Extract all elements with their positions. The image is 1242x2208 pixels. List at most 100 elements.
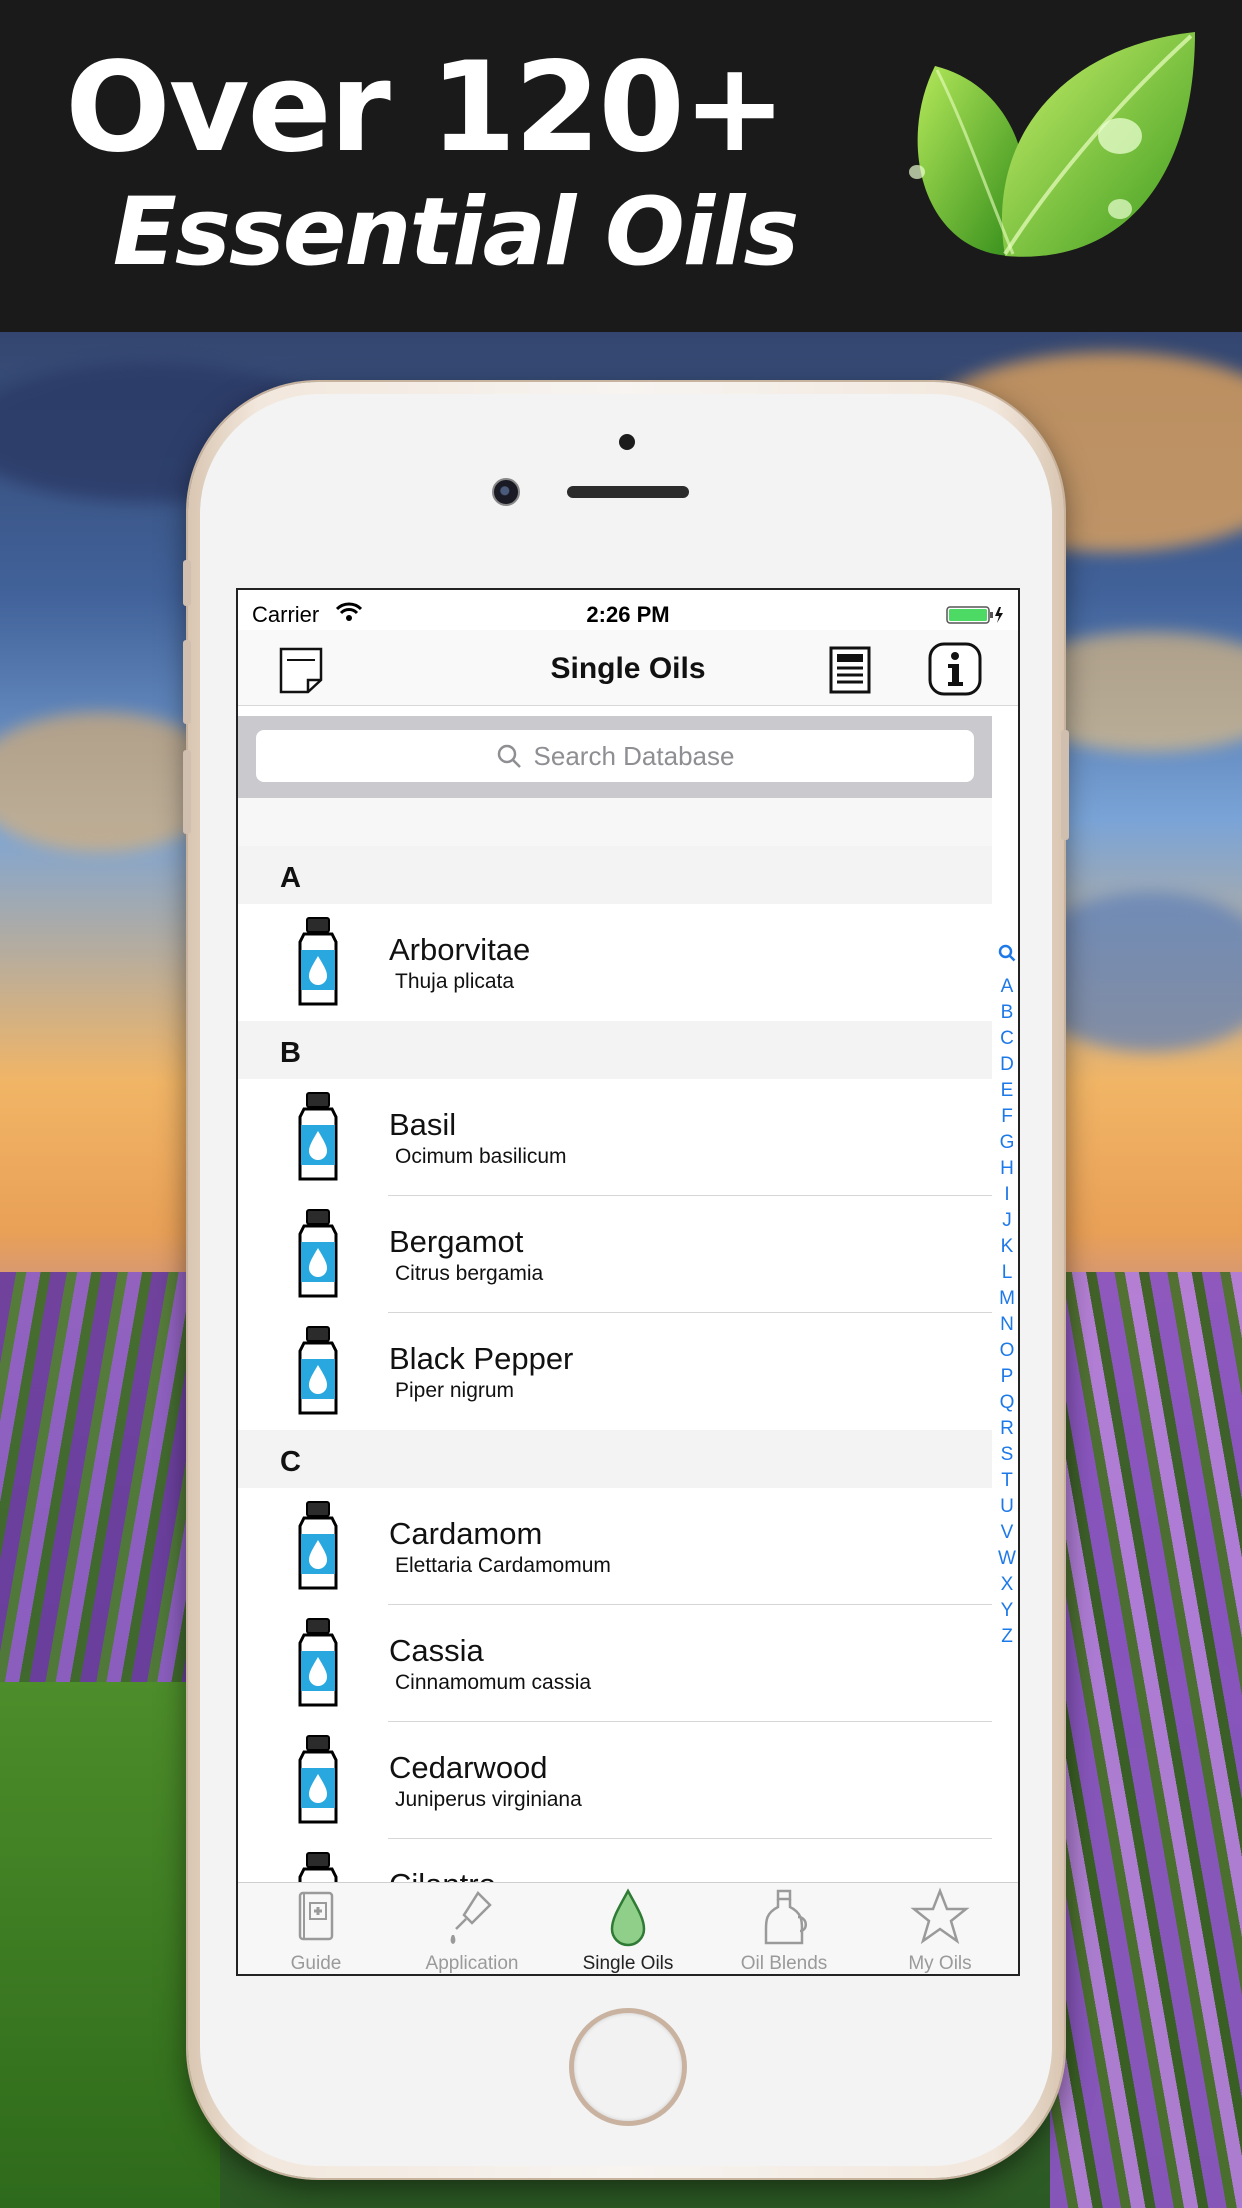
tab-label: Guide: [290, 1953, 342, 1974]
oil-name: Cassia: [389, 1633, 484, 1668]
index-letter-e[interactable]: E: [992, 1078, 1018, 1104]
guide-book-icon: [298, 1891, 334, 1941]
tab-my-oils[interactable]: My Oils: [862, 1883, 1018, 1974]
oil-row-cedarwood[interactable]: Cedarwood Juniperus virginiana: [238, 1722, 992, 1839]
tab-guide[interactable]: Guide: [238, 1883, 394, 1974]
oil-row-arborvitae[interactable]: Arborvitae Thuja plicata: [238, 904, 992, 1021]
volume-up-button: [183, 640, 191, 724]
index-letter-a[interactable]: A: [992, 974, 1018, 1000]
oil-bottle-icon: [298, 1618, 338, 1707]
status-time: 2:26 PM: [586, 602, 670, 627]
index-letter-t[interactable]: T: [992, 1468, 1018, 1494]
oil-name: Basil: [389, 1107, 457, 1142]
promo-headline-line2: Essential Oils: [112, 178, 800, 287]
search-placeholder: Search Database: [533, 740, 735, 771]
index-letter-l[interactable]: L: [992, 1260, 1018, 1286]
front-camera: [492, 478, 520, 506]
dropper-icon: [450, 1891, 492, 1944]
document-icon[interactable]: [828, 646, 872, 694]
section-index[interactable]: ABCDEFGHIJKLMNOPQRSTUVWXYZ: [992, 798, 1018, 1882]
oil-row-black-pepper[interactable]: Black Pepper Piper nigrum: [238, 1313, 992, 1430]
oil-name: Arborvitae: [389, 932, 531, 967]
index-letter-m[interactable]: M: [992, 1286, 1018, 1312]
search-input[interactable]: Search Database: [256, 730, 974, 782]
oil-bottle-icon: [298, 1852, 338, 1882]
index-letter-f[interactable]: F: [992, 1104, 1018, 1130]
oil-latin-name: Thuja plicata: [395, 970, 515, 993]
promo-headline-line1: Over 120+: [65, 36, 786, 180]
oil-bottle-icon: [298, 917, 338, 1006]
oil-row-bergamot[interactable]: Bergamot Citrus bergamia: [238, 1196, 992, 1313]
index-letter-v[interactable]: V: [992, 1520, 1018, 1546]
index-letter-n[interactable]: N: [992, 1312, 1018, 1338]
earpiece-speaker: [567, 486, 689, 498]
oil-name: Cedarwood: [389, 1750, 548, 1785]
tab-bar: Guide Application Single Oils Oil Blends My …: [238, 1882, 1018, 1974]
index-letter-w[interactable]: W: [992, 1546, 1018, 1572]
oil-drop-icon: [610, 1888, 646, 1947]
section-header-c: C: [238, 1430, 992, 1488]
index-letter-r[interactable]: R: [992, 1416, 1018, 1442]
oil-row-cassia[interactable]: Cassia Cinnamomum cassia: [238, 1605, 992, 1722]
index-letter-y[interactable]: Y: [992, 1598, 1018, 1624]
index-letter-b[interactable]: B: [992, 1000, 1018, 1026]
oil-name: Cardamom: [389, 1516, 543, 1551]
star-icon: [910, 1887, 970, 1945]
tab-single-oils[interactable]: Single Oils: [550, 1883, 706, 1974]
oil-row-cardamom[interactable]: Cardamom Elettaria Cardamomum: [238, 1488, 992, 1605]
page-title: Single Oils: [550, 652, 706, 685]
index-letter-s[interactable]: S: [992, 1442, 1018, 1468]
section-header-a: A: [238, 846, 992, 904]
oil-list[interactable]: A Arborvitae Thuja plicata B Basil Ocimum b…: [238, 798, 992, 1882]
navigation-bar: Single Oils: [238, 630, 1018, 706]
promo-banner: Over 120+ Essential Oils: [0, 0, 1242, 332]
oil-latin-name: Cinnamomum cassia: [395, 1671, 592, 1694]
index-letter-c[interactable]: C: [992, 1026, 1018, 1052]
oil-bottle-icon: [298, 1092, 338, 1181]
mute-switch: [183, 560, 191, 606]
oil-latin-name: Piper nigrum: [395, 1379, 515, 1402]
tab-label: Application: [425, 1953, 519, 1974]
tab-label: Single Oils: [582, 1953, 674, 1974]
lavender-rows-right: [1050, 1272, 1242, 2208]
index-letter-z[interactable]: Z: [992, 1624, 1018, 1650]
info-icon[interactable]: [928, 642, 982, 696]
app-screen: Carrier 2:26 PM Single Oils Search Datab…: [236, 588, 1020, 1976]
index-letter-k[interactable]: K: [992, 1234, 1018, 1260]
index-search-icon[interactable]: [998, 944, 1016, 962]
index-letter-p[interactable]: P: [992, 1364, 1018, 1390]
index-letter-q[interactable]: Q: [992, 1390, 1018, 1416]
oil-name: Black Pepper: [389, 1341, 574, 1376]
index-letter-j[interactable]: J: [992, 1208, 1018, 1234]
status-bar: Carrier 2:26 PM: [238, 590, 1018, 630]
oil-bottle-icon: [298, 1209, 338, 1298]
proximity-sensor: [619, 434, 635, 450]
tab-oil-blends[interactable]: Oil Blends: [706, 1883, 862, 1974]
list-top-gap: [238, 798, 992, 846]
oil-bottle-icon: [298, 1735, 338, 1824]
search-icon: [497, 744, 521, 768]
oil-latin-name: Elettaria Cardamomum: [395, 1554, 611, 1577]
index-letter-g[interactable]: G: [992, 1130, 1018, 1156]
home-button[interactable]: [569, 2008, 687, 2126]
tab-application[interactable]: Application: [394, 1883, 550, 1974]
list-body: A Arborvitae Thuja plicata B Basil Ocimum b…: [238, 846, 992, 1882]
oil-row-basil[interactable]: Basil Ocimum basilicum: [238, 1079, 992, 1196]
index-letter-d[interactable]: D: [992, 1052, 1018, 1078]
index-letter-i[interactable]: I: [992, 1182, 1018, 1208]
index-letter-x[interactable]: X: [992, 1572, 1018, 1598]
index-letters: ABCDEFGHIJKLMNOPQRSTUVWXYZ: [992, 974, 1018, 1650]
index-letter-u[interactable]: U: [992, 1494, 1018, 1520]
volume-down-button: [183, 750, 191, 834]
power-button: [1061, 730, 1069, 840]
index-letter-o[interactable]: O: [992, 1338, 1018, 1364]
section-header-b: B: [238, 1021, 992, 1079]
oil-row-cilantro[interactable]: Cilantro: [238, 1839, 992, 1882]
search-bar-container: Search Database: [238, 716, 992, 798]
index-letter-h[interactable]: H: [992, 1156, 1018, 1182]
tab-label: My Oils: [908, 1953, 972, 1974]
oil-latin-name: Ocimum basilicum: [395, 1145, 567, 1168]
oil-bottle-icon: [764, 1889, 807, 1945]
oil-bottle-icon: [298, 1326, 338, 1415]
oil-name: Bergamot: [389, 1224, 524, 1259]
